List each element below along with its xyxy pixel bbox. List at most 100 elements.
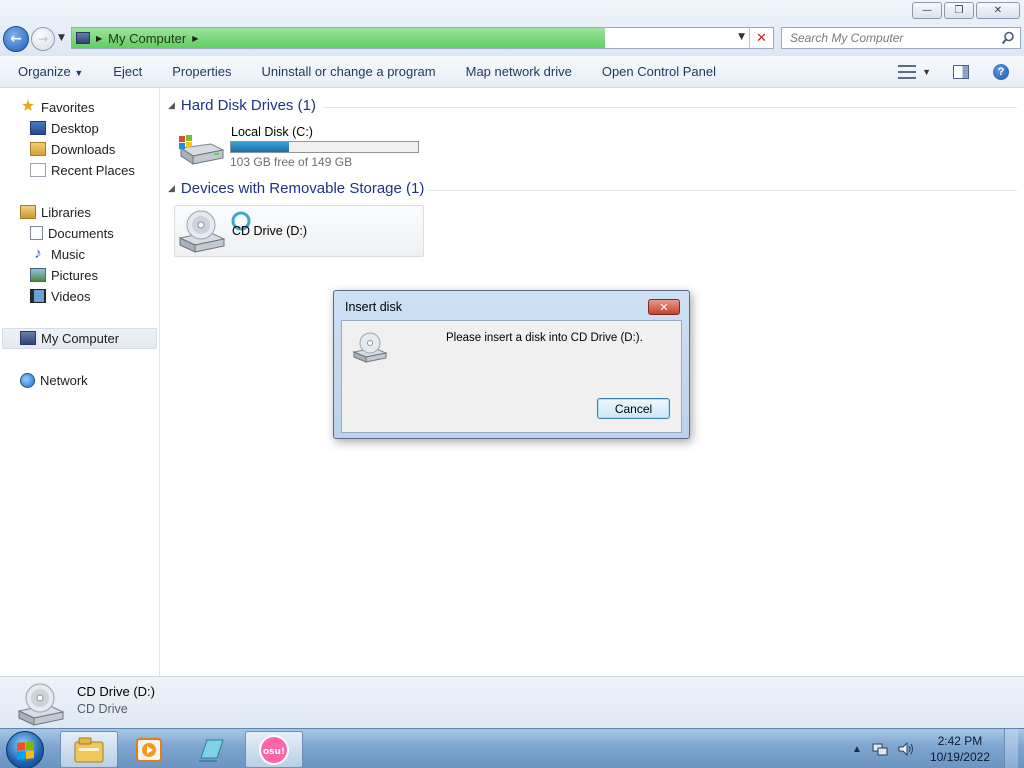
help-icon[interactable]: ? — [993, 63, 1009, 80]
dialog-body: Please insert a disk into CD Drive (D:).… — [341, 320, 682, 433]
dialog-close-button[interactable]: ✕ — [648, 299, 680, 315]
breadcrumb-chevron-icon[interactable]: ▶ — [192, 34, 198, 43]
forward-button[interactable]: → — [31, 27, 55, 51]
close-button[interactable]: ✕ — [976, 2, 1020, 19]
organize-menu[interactable]: Organize ▼ — [0, 64, 98, 79]
restore-button[interactable]: ❐ — [944, 2, 974, 19]
system-clock[interactable]: 2:42 PM 10/19/2022 — [930, 733, 990, 765]
drive-name: CD Drive (D:) — [232, 224, 307, 238]
show-hidden-icons-icon[interactable]: ▲ — [852, 744, 862, 755]
star-icon: ★ — [20, 98, 36, 115]
close-icon: ✕ — [756, 30, 767, 46]
search-icon[interactable] — [1001, 31, 1015, 45]
sidebar-item-music[interactable]: ♪ Music — [30, 244, 85, 264]
sidebar-item-label: Recent Places — [51, 162, 135, 178]
preview-pane-icon[interactable] — [953, 64, 969, 79]
sidebar-item-libraries[interactable]: Libraries — [20, 202, 91, 222]
breadcrumb-chevron-icon[interactable]: ▶ — [96, 34, 102, 43]
sidebar-item-videos[interactable]: Videos — [30, 286, 91, 306]
explorer-icon — [74, 737, 104, 762]
sidebar-item-documents[interactable]: Documents — [30, 223, 114, 243]
sidebar-item-label: Downloads — [51, 141, 116, 157]
dialog-message: Please insert a disk into CD Drive (D:). — [446, 332, 643, 344]
window-title-bar: — ❐ ✕ ← → ▼ ▶ My Computer ▶ ▼ ✕ — [0, 0, 1024, 56]
documents-icon — [30, 226, 43, 240]
change-view-icon[interactable] — [898, 64, 917, 79]
clock-time: 2:42 PM — [937, 734, 983, 748]
close-icon: ✕ — [993, 5, 1003, 16]
recent-pages-dropdown[interactable]: ▼ — [58, 33, 65, 43]
drive-free-space: 103 GB free of 149 GB — [230, 155, 353, 169]
pictures-icon — [30, 268, 46, 282]
computer-icon — [20, 331, 36, 345]
group-title: Hard Disk Drives (1) — [180, 97, 316, 114]
taskbar: osu! ▲ 2:42 PM 10/19/2022 — [0, 728, 1024, 768]
search-box — [781, 27, 1021, 49]
eject-button[interactable]: Eject — [98, 64, 157, 79]
drive-item-local-disk-c[interactable]: Local Disk (C:) 103 GB free of 149 GB — [177, 124, 427, 170]
address-dropdown-icon[interactable]: ▼ — [738, 32, 745, 42]
search-input[interactable] — [782, 28, 992, 48]
uninstall-program-button[interactable]: Uninstall or change a program — [246, 64, 450, 79]
taskbar-media-player-button[interactable] — [120, 731, 178, 768]
sidebar-item-label: Music — [51, 246, 85, 262]
group-header-removable-storage[interactable]: ◢ Devices with Removable Storage (1) — [168, 180, 424, 197]
osu-logo-text: osu! — [263, 747, 285, 757]
windows-logo-icon — [16, 740, 34, 760]
sidebar-item-downloads[interactable]: Downloads — [30, 139, 115, 159]
address-bar[interactable]: ▶ My Computer ▶ ▼ ✕ — [71, 27, 774, 49]
cd-drive-icon — [17, 683, 65, 726]
recent-places-icon — [30, 163, 46, 177]
sidebar-item-recent-places[interactable]: Recent Places — [30, 160, 135, 180]
network-status-icon[interactable] — [872, 742, 888, 756]
drive-item-cd-drive-d[interactable]: CD Drive (D:) — [174, 205, 424, 257]
volume-icon[interactable] — [898, 742, 914, 756]
collapse-triangle-icon[interactable]: ◢ — [168, 100, 175, 111]
downloads-folder-icon — [30, 142, 46, 156]
insert-disk-dialog: Insert disk ✕ Please insert a disk into … — [333, 290, 690, 439]
stop-loading-button[interactable]: ✕ — [749, 28, 773, 48]
map-network-drive-button[interactable]: Map network drive — [451, 64, 587, 79]
libraries-icon — [20, 205, 36, 219]
back-button[interactable]: ← — [3, 26, 29, 52]
window-controls: — ❐ ✕ — [912, 2, 1020, 19]
sidebar-item-label: My Computer — [41, 330, 120, 346]
sidebar-item-label: Documents — [48, 225, 114, 241]
group-divider — [323, 107, 1017, 108]
details-pane: CD Drive (D:) CD Drive — [0, 676, 1024, 728]
sidebar-item-network[interactable]: Network — [20, 370, 88, 390]
details-item-type: CD Drive — [77, 702, 128, 716]
open-control-panel-button[interactable]: Open Control Panel — [587, 64, 731, 79]
group-header-hard-disk-drives[interactable]: ◢ Hard Disk Drives (1) — [168, 97, 316, 114]
show-desktop-button[interactable] — [1004, 729, 1018, 768]
computer-icon — [76, 32, 90, 44]
sidebar-item-desktop[interactable]: Desktop — [30, 118, 99, 138]
drive-usage-bar — [230, 141, 419, 153]
breadcrumb-my-computer[interactable]: My Computer — [108, 31, 186, 46]
sidebar-item-favorites[interactable]: ★ Favorites — [20, 97, 95, 117]
properties-button[interactable]: Properties — [157, 64, 246, 79]
taskbar-osu-button[interactable]: osu! — [245, 731, 303, 768]
arrow-right-icon: → — [37, 32, 49, 46]
minimize-icon: — — [922, 5, 932, 16]
group-divider — [427, 190, 1017, 191]
taskbar-explorer-button[interactable] — [60, 731, 118, 768]
chevron-down-icon[interactable]: ▼ — [922, 67, 931, 77]
sidebar-item-pictures[interactable]: Pictures — [30, 265, 98, 285]
group-title: Devices with Removable Storage (1) — [180, 180, 425, 197]
desktop-icon — [30, 121, 46, 135]
collapse-triangle-icon[interactable]: ◢ — [168, 183, 175, 194]
start-button[interactable] — [6, 731, 44, 768]
notification-area: ▲ 2:42 PM 10/19/2022 — [852, 729, 1024, 768]
cancel-button[interactable]: Cancel — [597, 398, 670, 419]
notepad-icon — [199, 739, 224, 762]
music-note-icon: ♪ — [34, 245, 42, 262]
minimize-button[interactable]: — — [912, 2, 942, 19]
sidebar-item-label: Videos — [51, 288, 91, 304]
hard-drive-icon — [179, 135, 225, 165]
osu-icon: osu! — [259, 734, 289, 765]
sidebar-item-my-computer[interactable]: My Computer — [20, 328, 119, 348]
dialog-title: Insert disk — [345, 300, 402, 314]
media-player-icon — [136, 737, 162, 762]
taskbar-notepad-button[interactable] — [182, 731, 240, 768]
